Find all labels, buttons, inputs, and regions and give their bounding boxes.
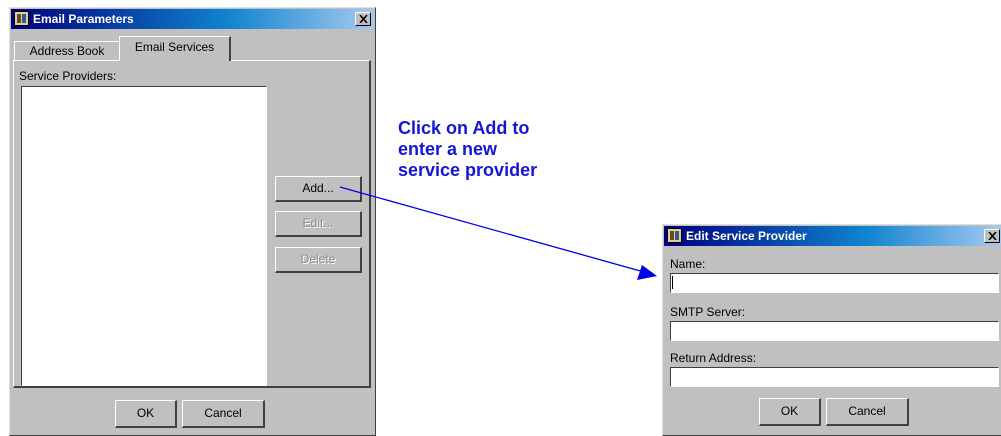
add-button[interactable]: Add...: [275, 176, 362, 202]
tab-email-services[interactable]: Email Services: [119, 36, 231, 61]
tab-label: Email Services: [134, 40, 215, 54]
name-input[interactable]: [670, 273, 999, 293]
tab-address-book[interactable]: Address Book: [14, 41, 120, 61]
title-bar[interactable]: Email Parameters: [11, 9, 374, 29]
cancel-button[interactable]: Cancel: [826, 398, 909, 426]
return-address-label: Return Address:: [670, 351, 757, 365]
delete-button-label: Delete: [300, 252, 336, 266]
add-button-label: Add...: [302, 181, 334, 195]
callout-text: Click on Add to enter a new service prov…: [398, 118, 538, 180]
tab-panel: Service Providers: Add... Edit... Delete: [13, 60, 371, 388]
ok-button-label: OK: [136, 406, 155, 420]
dialog-title: Edit Service Provider: [686, 229, 807, 243]
cancel-button[interactable]: Cancel: [182, 400, 265, 428]
cancel-button-label: Cancel: [204, 406, 242, 420]
edit-button[interactable]: Edit...: [275, 211, 362, 237]
dialog-title: Email Parameters: [33, 12, 134, 26]
edit-button-label: Edit...: [302, 216, 334, 230]
service-providers-list[interactable]: [21, 86, 267, 386]
service-providers-label: Service Providers:: [19, 69, 117, 83]
close-icon[interactable]: [355, 12, 371, 26]
title-bar[interactable]: Edit Service Provider: [664, 226, 1001, 246]
delete-button[interactable]: Delete: [275, 247, 362, 273]
close-icon[interactable]: [984, 229, 1000, 243]
cancel-button-label: Cancel: [848, 404, 886, 418]
smtp-server-label: SMTP Server:: [670, 305, 746, 319]
smtp-server-input[interactable]: [670, 321, 999, 341]
ok-button[interactable]: OK: [115, 400, 177, 428]
edit-service-provider-dialog: Edit Service Provider Name: SMTP Server:…: [662, 224, 1001, 436]
tab-label: Address Book: [29, 44, 105, 58]
email-parameters-dialog: Email Parameters Address Book Email Serv…: [9, 7, 376, 436]
ok-button-label: OK: [780, 404, 799, 418]
ok-button[interactable]: OK: [759, 398, 821, 426]
text-caret: [672, 276, 673, 289]
app-icon: [14, 11, 29, 26]
return-address-input[interactable]: [670, 367, 999, 387]
app-icon: [667, 228, 682, 243]
name-label: Name:: [670, 257, 706, 271]
